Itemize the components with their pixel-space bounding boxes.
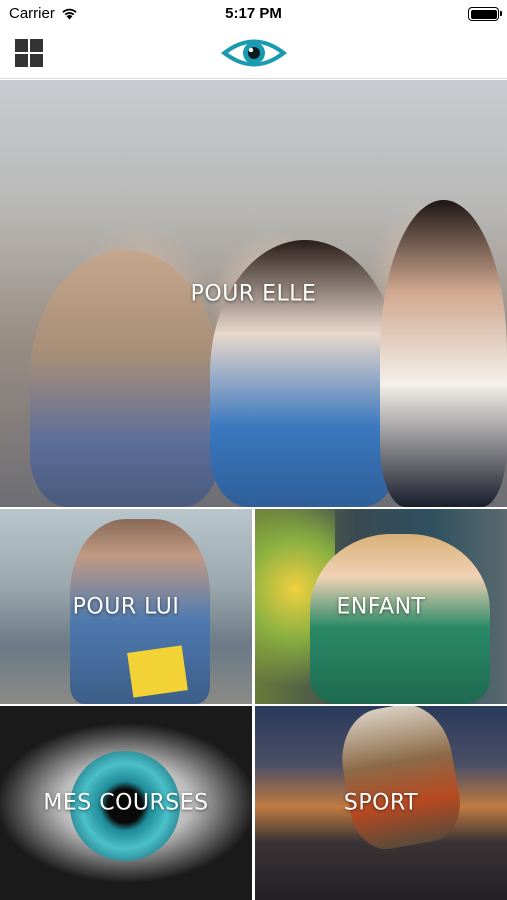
eye-logo-icon [221, 39, 287, 67]
category-label: ENFANT [336, 594, 426, 619]
category-label: SPORT [343, 790, 419, 816]
category-tile-pour-lui[interactable]: POUR LUI [0, 509, 252, 704]
nav-bar [0, 28, 507, 79]
category-label: POUR ELLE [190, 281, 317, 306]
status-time: 5:17 PM [225, 5, 282, 22]
category-tile-mes-courses[interactable]: MES COURSES [0, 706, 252, 900]
grid-menu-icon[interactable] [15, 39, 43, 67]
status-bar: Carrier 5:17 PM [0, 0, 507, 28]
photo-child [310, 534, 490, 704]
category-tile-sport[interactable]: SPORT [255, 706, 507, 900]
category-label: MES COURSES [43, 790, 209, 816]
category-tile-enfant[interactable]: ENFANT [255, 509, 507, 704]
photo-running-shoe [333, 706, 467, 855]
category-label: POUR LUI [72, 594, 180, 619]
battery-icon [468, 7, 502, 21]
category-tile-pour-elle[interactable]: POUR ELLE [0, 80, 507, 507]
